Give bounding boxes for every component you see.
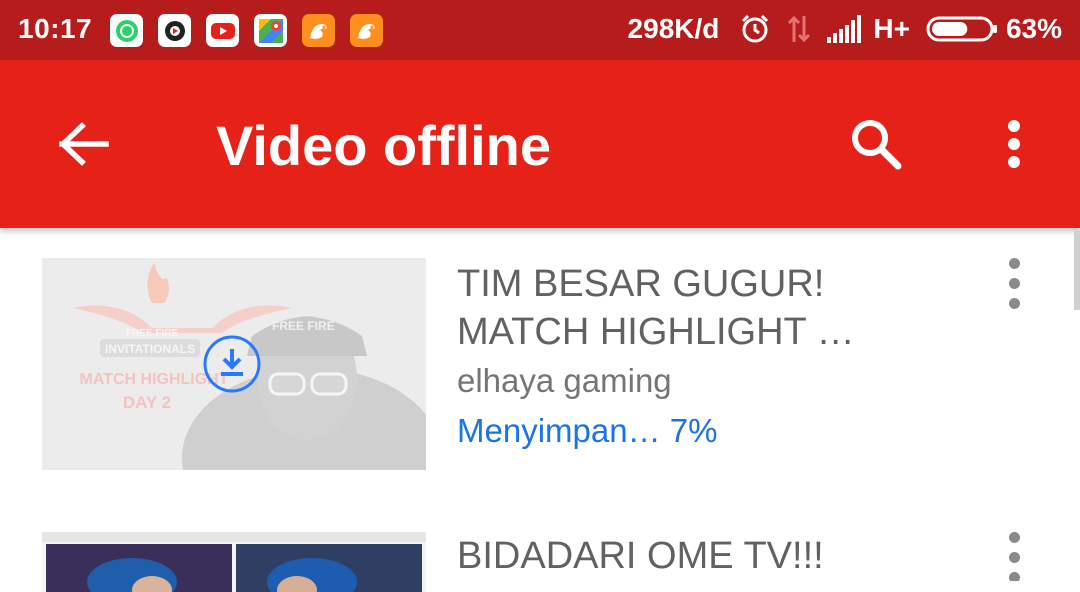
- video-title: BIDADARI OME TV!!!: [457, 535, 824, 577]
- search-icon: [852, 120, 902, 170]
- video-list-item[interactable]: FREE FIRE FREE FIRE INVITATIONALS MATCH …: [0, 258, 1080, 470]
- youtube-icon: [206, 14, 239, 47]
- uc-browser-icon: [350, 14, 383, 47]
- maps-icon: [254, 14, 287, 47]
- more-vertical-icon: [1008, 120, 1020, 168]
- video-thumbnail[interactable]: [42, 532, 426, 592]
- page-title: Video offline: [216, 114, 551, 177]
- video-menu-button[interactable]: [994, 532, 1034, 581]
- status-time: 10:17: [18, 13, 93, 44]
- overflow-menu-button[interactable]: [990, 104, 1038, 184]
- search-button[interactable]: [836, 104, 916, 184]
- thumb-day-text: DAY 2: [123, 393, 171, 412]
- download-progress-icon: [203, 335, 261, 393]
- whatsapp-icon: [110, 14, 143, 47]
- back-button[interactable]: [44, 104, 124, 184]
- battery-icon: [926, 15, 998, 43]
- video-menu-button[interactable]: [994, 258, 1034, 318]
- video-title: MATCH HIGHLIGHT …: [457, 311, 855, 353]
- video-title: TIM BESAR GUGUR!: [457, 263, 825, 305]
- video-thumbnail[interactable]: FREE FIRE FREE FIRE INVITATIONALS MATCH …: [42, 258, 426, 470]
- network-type: H+: [873, 13, 910, 44]
- thumb-cap-text: FREE FIRE: [272, 319, 335, 333]
- browser-icon: [158, 14, 191, 47]
- video-channel: elhaya gaming: [457, 362, 672, 399]
- battery-percent: 63%: [1005, 13, 1062, 44]
- toolbar: Video offline: [0, 60, 1080, 228]
- signal-icon: [827, 15, 865, 43]
- network-speed: 298K/d: [627, 13, 720, 44]
- uc-browser-icon: [302, 14, 335, 47]
- status-bar: 10:17 298K/d H+ 63%: [0, 0, 1080, 60]
- video-list-item[interactable]: BIDADARI OME TV!!!: [0, 532, 1080, 592]
- download-status: Menyimpan… 7%: [457, 412, 718, 449]
- data-transfer-icon: [785, 14, 813, 44]
- alarm-icon: [739, 13, 771, 45]
- thumb-event-text: INVITATIONALS: [105, 342, 195, 356]
- scrollbar[interactable]: [1074, 230, 1080, 310]
- back-arrow-icon: [59, 122, 109, 166]
- thumb-brand-text: FREE FIRE: [126, 328, 179, 339]
